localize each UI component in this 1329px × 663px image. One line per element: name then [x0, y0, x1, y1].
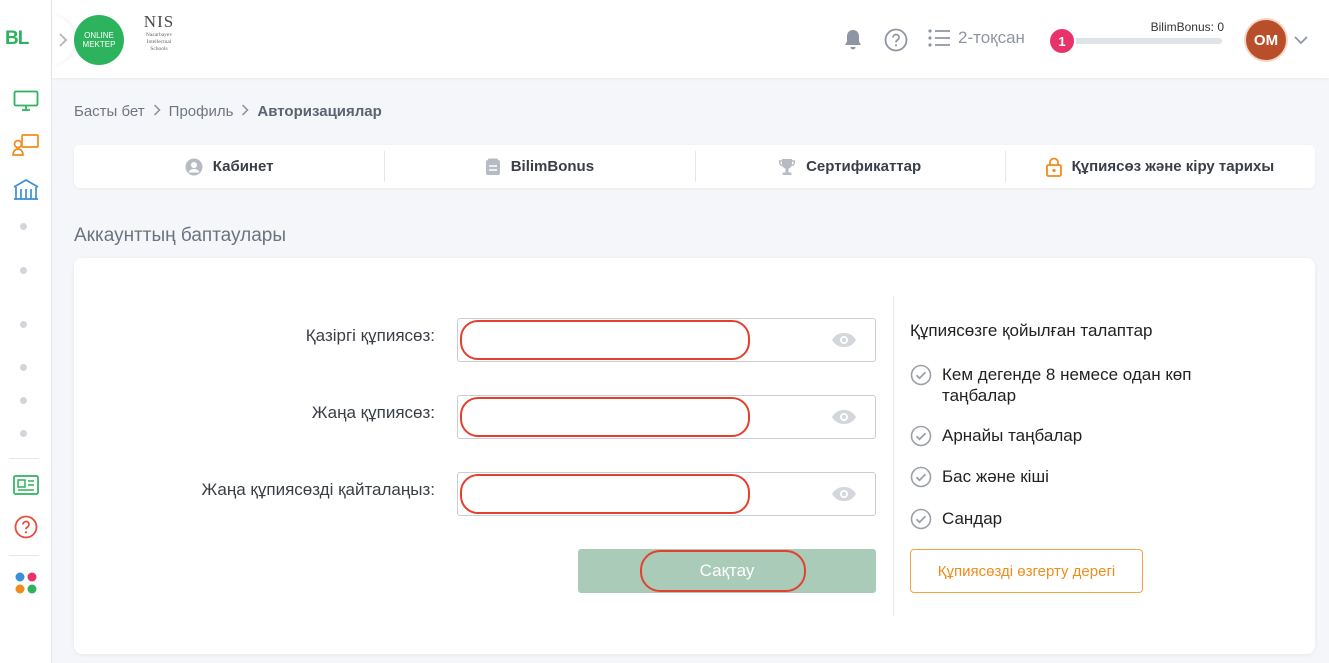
save-button-label: Сақтау: [699, 561, 755, 580]
chevron-right-icon: [153, 104, 161, 119]
tab-label: Кабинет: [212, 158, 274, 175]
new-password-input[interactable]: [458, 396, 875, 438]
eye-icon[interactable]: [831, 486, 857, 507]
rail-divider: [9, 555, 39, 556]
level-badge: 1: [1048, 27, 1076, 55]
online-mektep-logo-text: MEKTEP: [82, 40, 116, 49]
rail-divider: [9, 458, 39, 459]
tab-label: Құпиясөз және кіру тарихы: [1071, 158, 1275, 175]
check-circle-icon: [910, 466, 932, 488]
new-password-label: Жаңа құпиясөз:: [311, 403, 435, 422]
current-password-input[interactable]: [458, 319, 875, 361]
tab-label: Сертификаттар: [806, 158, 922, 175]
tab-password-history[interactable]: Құпиясөз және кіру тарихы: [1004, 145, 1315, 188]
new-password-field[interactable]: [457, 395, 876, 439]
rail-dot[interactable]: [20, 223, 27, 230]
check-circle-icon: [910, 425, 932, 447]
user-icon: [185, 158, 203, 175]
list-icon: [928, 29, 950, 47]
requirement-text: Бас және кіші: [942, 467, 1049, 486]
bell-icon[interactable]: [843, 28, 863, 52]
requirement-text: Сандар: [942, 509, 1003, 528]
requirement-text: Кем дегенде 8 немесе одан көп таңбалар: [942, 365, 1192, 405]
tab-bilimbonus[interactable]: BilimBonus: [384, 145, 694, 188]
vertical-divider: [893, 296, 894, 616]
requirement-item: Сандар: [910, 508, 1230, 530]
quarter-selector[interactable]: 2-тоқсан: [928, 28, 1025, 48]
rail-dot[interactable]: [20, 364, 27, 371]
rail-dot[interactable]: [20, 321, 27, 328]
teacher-board-icon[interactable]: [0, 132, 52, 158]
monitor-icon[interactable]: [0, 88, 52, 114]
top-header: ONLINE MEKTEP NIS Nazarbayev Intellectua…: [52, 0, 1329, 78]
bonus-icon: [485, 158, 500, 175]
eye-icon[interactable]: [831, 332, 857, 353]
repeat-password-input[interactable]: [458, 473, 875, 515]
rail-dot[interactable]: [20, 267, 27, 274]
quarter-label: 2-тоқсан: [958, 28, 1025, 47]
help-icon[interactable]: [0, 514, 52, 540]
apps-icon[interactable]: [0, 570, 52, 596]
requirement-item: Арнайы таңбалар: [910, 425, 1230, 447]
online-mektep-logo-text: ONLINE: [84, 31, 114, 40]
repeat-password-label: Жаңа құпиясөзді қайталаңыз:: [201, 480, 435, 499]
rail-dot[interactable]: [20, 430, 27, 437]
school-icon[interactable]: [0, 176, 52, 202]
breadcrumb-profile[interactable]: Профиль: [169, 103, 234, 120]
breadcrumb: Басты бет Профиль Авторизациялар: [74, 103, 382, 120]
requirement-item: Бас және кіші: [910, 466, 1230, 488]
online-mektep-logo[interactable]: ONLINE MEKTEP: [74, 15, 124, 65]
bilimbonus-label: BilimBonus: 0: [1150, 20, 1224, 34]
nis-logo-text: NIS: [143, 12, 175, 31]
save-button[interactable]: Сақтау: [578, 549, 876, 593]
chevron-down-icon[interactable]: [1294, 32, 1308, 50]
left-rail: BL: [0, 0, 52, 663]
eye-icon[interactable]: [831, 409, 857, 430]
trophy-icon: [778, 158, 796, 175]
chevron-right-icon: [241, 104, 249, 119]
progress-track: [1058, 38, 1222, 44]
breadcrumb-home[interactable]: Басты бет: [74, 103, 145, 120]
requirement-item: Кем дегенде 8 немесе одан көп таңбалар: [910, 364, 1230, 406]
tab-cabinet[interactable]: Кабинет: [74, 145, 384, 188]
news-icon[interactable]: [0, 472, 52, 498]
nis-logo-subtext: Intellectual: [146, 39, 172, 45]
requirement-text: Арнайы таңбалар: [942, 426, 1083, 445]
bl-logo[interactable]: BL: [5, 28, 29, 50]
rail-dot[interactable]: [20, 397, 27, 404]
breadcrumb-current: Авторизациялар: [257, 103, 382, 120]
tab-label: BilimBonus: [510, 158, 595, 175]
password-change-history-button[interactable]: Құпиясөзді өзгерту дерегі: [910, 549, 1143, 593]
check-circle-icon: [910, 364, 932, 386]
tab-certificates[interactable]: Сертификаттар: [694, 145, 1005, 188]
nis-logo-subtext: Nazarbayev: [145, 32, 173, 38]
nis-logo[interactable]: NIS Nazarbayev Intellectual Schools: [134, 12, 184, 66]
repeat-password-field[interactable]: [457, 472, 876, 516]
avatar[interactable]: OM: [1244, 18, 1288, 62]
lock-icon: [1045, 157, 1062, 177]
rail-toggle-chevron-icon[interactable]: [52, 16, 74, 64]
current-password-label: Қазіргі құпиясөз:: [305, 326, 435, 345]
current-password-field[interactable]: [457, 318, 876, 362]
profile-tabs: Кабинет BilimBonus Сертификаттар Құпиясө…: [74, 145, 1315, 188]
bilimbonus-progress[interactable]: BilimBonus: 0 1: [1048, 20, 1228, 55]
account-settings-card: Қазіргі құпиясөз: Жаңа құпиясөз: Жаңа құ…: [74, 258, 1315, 654]
check-circle-icon: [910, 508, 932, 530]
help-circle-icon[interactable]: [884, 28, 908, 52]
nis-logo-subtext: Schools: [150, 46, 168, 52]
requirements-title: Құпиясөзге қойылған талаптар: [910, 321, 1153, 340]
section-title: Аккаунттың баптаулары: [74, 225, 286, 246]
